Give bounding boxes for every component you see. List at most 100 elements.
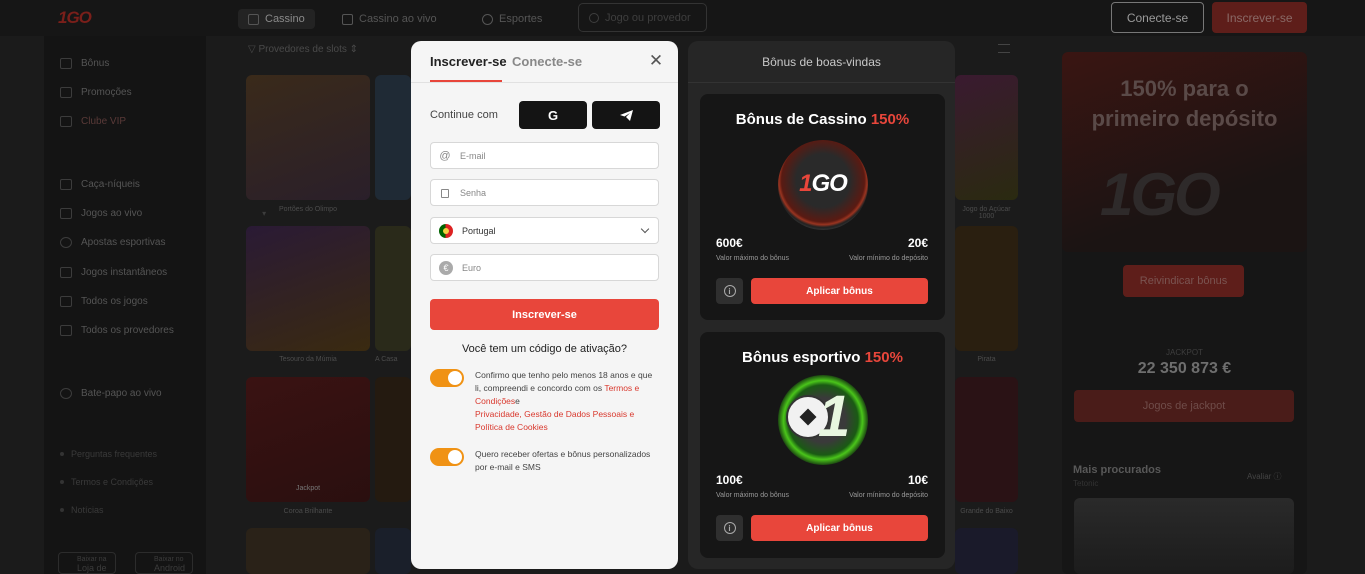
info-icon: i: [723, 522, 736, 534]
download-small-label: Baixar na: [77, 556, 107, 563]
chat-icon: [60, 387, 72, 399]
game-tile-gates-of-olympus[interactable]: [246, 75, 370, 200]
promo-line: 150% para o: [1120, 76, 1249, 101]
filter-label: Provedores de slots: [258, 44, 347, 55]
google-login-button[interactable]: G: [519, 101, 587, 129]
nav-tab-label: Cassino ao vivo: [359, 13, 437, 25]
game-tile-coroa-brilhante[interactable]: [246, 377, 370, 502]
sports-bonus-title: Bônus esportivo 150%: [700, 349, 945, 366]
country-select[interactable]: Portugal: [430, 217, 659, 244]
bullet-icon: [60, 508, 64, 512]
menu-icon[interactable]: [998, 44, 1010, 53]
star-icon: [60, 324, 72, 336]
logo-digit: 1: [799, 170, 812, 197]
grid-icon: [60, 295, 72, 307]
android-button[interactable]: Baixar no Android: [135, 552, 193, 574]
casino-badge-logo: 1GO: [778, 170, 868, 198]
apply-sports-bonus-button[interactable]: Aplicar bônus: [751, 515, 928, 541]
sidebar-item-slots[interactable]: Caça-níqueis▾: [60, 177, 264, 191]
most-played-thumbnail[interactable]: [1074, 498, 1294, 574]
game-tile[interactable]: [375, 528, 411, 574]
currency-placeholder: Euro: [462, 262, 482, 273]
sidebar-item-live-games[interactable]: Jogos ao vivo ▾: [60, 206, 266, 220]
at-icon: @: [439, 149, 451, 162]
activation-code-link[interactable]: Você tem um código de ativação?: [411, 343, 678, 355]
privacy-link[interactable]: Privacidade, Gestão de Dados Pessoais e …: [475, 409, 634, 432]
claim-bonus-button[interactable]: Reivindicar bônus: [1123, 265, 1244, 297]
apply-casino-bonus-button[interactable]: Aplicar bônus: [751, 278, 928, 304]
rate-label: Avaliar: [1247, 472, 1272, 481]
game-tile-mummyland[interactable]: [246, 226, 370, 351]
age-terms-toggle[interactable]: [430, 369, 464, 387]
sidebar-item-label: Promoções: [81, 86, 132, 98]
close-icon[interactable]: ✕: [648, 52, 664, 69]
live-icon: [342, 13, 353, 25]
bolt-icon: [60, 266, 72, 278]
sidebar-footer-news[interactable]: Notícias: [60, 504, 104, 516]
tab-register[interactable]: Inscrever-se: [430, 54, 507, 69]
sidebar-item-promotions[interactable]: Promoções▾: [60, 85, 250, 99]
filter-icon: ▽: [248, 44, 259, 55]
casino-bonus-info-button[interactable]: i: [716, 278, 743, 304]
offers-toggle[interactable]: [430, 448, 464, 466]
game-tile[interactable]: [955, 377, 1018, 502]
max-bonus-value: 100€: [716, 473, 743, 487]
bonus-panel-title: Bônus de boas-vindas: [762, 55, 881, 69]
bonus-title-text: Bônus esportivo: [742, 349, 861, 366]
lock-icon: [441, 189, 449, 198]
star-icon: [60, 86, 72, 98]
game-caption: Pirata: [977, 356, 996, 363]
email-field[interactable]: @ E-mail: [430, 142, 659, 169]
sidebar-item-live-chat[interactable]: Bate-papo ao vivo: [60, 386, 162, 400]
game-tile[interactable]: [375, 377, 411, 502]
sidebar-item-label: Bônus: [81, 57, 110, 69]
sidebar-footer-faq[interactable]: Perguntas frequentes: [60, 448, 157, 460]
search-input[interactable]: Jogo ou provedor: [578, 3, 707, 32]
providers-filter[interactable]: ▽ Provedores de slots ⇕: [248, 44, 358, 55]
download-big-label: Loja de: [77, 563, 107, 573]
sidebar-footer-terms[interactable]: Termos e Condições: [60, 476, 153, 488]
star-icon: [60, 115, 72, 127]
most-played-title: Mais procurados: [1073, 464, 1162, 476]
bonus-percent: 150%: [864, 349, 903, 366]
gift-icon: [60, 57, 72, 69]
dice-icon: [248, 13, 259, 25]
nav-tab-casino[interactable]: Cassino: [238, 9, 315, 29]
promo-title: 150% para o primeiro depósito: [1062, 74, 1307, 134]
nav-tab-sports[interactable]: Esportes: [482, 9, 542, 29]
nav-tab-live-casino[interactable]: Cassino ao vivo: [342, 9, 437, 29]
currency-field[interactable]: € Euro: [430, 254, 659, 281]
rate-link[interactable]: Avaliar ⓘ: [1247, 471, 1282, 482]
game-caption: A Casa: [375, 356, 398, 363]
bullet-icon: [60, 452, 64, 456]
telegram-login-button[interactable]: [592, 101, 660, 129]
sidebar-item-label: Apostas esportivas: [81, 236, 166, 248]
sidebar-item-sports-bets[interactable]: Apostas esportivas▾: [60, 235, 270, 249]
app-store-button[interactable]: Baixar na Loja de: [58, 552, 116, 574]
game-tile[interactable]: [955, 226, 1018, 351]
game-tile[interactable]: [246, 528, 370, 574]
game-tile[interactable]: [955, 528, 1018, 574]
sports-bonus-info-button[interactable]: i: [716, 515, 743, 541]
sports-badge-number: 1: [818, 384, 851, 449]
game-tile-sugar[interactable]: [955, 75, 1018, 200]
game-tile[interactable]: [375, 226, 411, 351]
sidebar-item-all-providers[interactable]: Todos os provedores: [60, 323, 174, 337]
sidebar-item-instant-games[interactable]: Jogos instantâneos: [60, 265, 167, 279]
password-field[interactable]: Senha: [430, 179, 659, 206]
sidebar-item-vip[interactable]: Clube VIP: [60, 114, 126, 128]
bullet-icon: [60, 480, 64, 484]
slot-icon: [60, 178, 72, 190]
site-logo[interactable]: 1GO: [58, 8, 92, 28]
jackpot-games-button[interactable]: Jogos de jackpot: [1074, 390, 1294, 422]
sidebar-item-bonus[interactable]: Bônus: [60, 56, 109, 70]
header-login-button[interactable]: Conecte-se: [1111, 2, 1204, 33]
game-caption: Portões do Olimpo: [279, 206, 337, 213]
sidebar-item-label: Bate-papo ao vivo: [81, 387, 162, 399]
active-tab-indicator: [430, 80, 502, 82]
submit-register-button[interactable]: Inscrever-se: [430, 299, 659, 330]
header-register-button[interactable]: Inscrever-se: [1212, 2, 1307, 33]
game-tile[interactable]: [375, 75, 411, 200]
tab-login[interactable]: Conecte-se: [512, 54, 582, 69]
sidebar-item-all-games[interactable]: Todos os jogos: [60, 294, 148, 308]
